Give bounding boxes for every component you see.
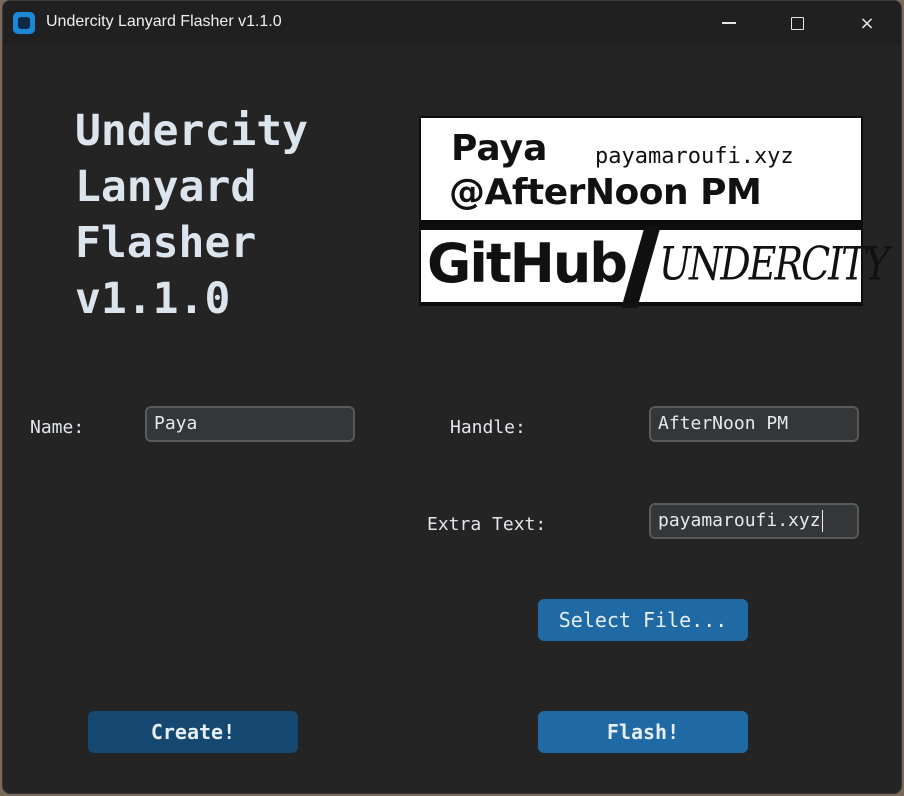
heading-line: Flasher [75,218,257,268]
title-bar[interactable]: Undercity Lanyard Flasher v1.1.0 × [3,1,901,45]
preview-github-logo: GitHub [427,232,628,295]
preview-top-panel: Paya payamaroufi.xyz @AfterNoon PM [421,118,861,220]
app-icon [13,12,35,34]
app-window: Undercity Lanyard Flasher v1.1.0 × Under… [2,0,902,794]
app-heading: Undercity Lanyard Flasher v1.1.0 [75,103,308,327]
minimize-icon [722,22,736,24]
preview-site: payamaroufi.xyz [595,144,794,169]
preview-name: Paya [451,128,548,169]
select-file-button[interactable]: Select File... [538,599,748,641]
name-input[interactable]: Paya [145,406,355,442]
handle-input[interactable]: AfterNoon PM [649,406,859,442]
extra-text-label: Extra Text: [427,514,547,535]
preview-undercity-logo: UNDERCITY [659,237,890,291]
flash-button[interactable]: Flash! [538,711,748,753]
handle-label: Handle: [450,417,526,438]
maximize-button[interactable] [763,1,831,45]
preview-handle: @AfterNoon PM [449,172,762,213]
heading-line: v1.1.0 [75,274,231,324]
lanyard-preview-image: Paya payamaroufi.xyz @AfterNoon PM GitHu… [419,116,890,308]
handle-input-value: AfterNoon PM [658,413,789,434]
window-title: Undercity Lanyard Flasher v1.1.0 [46,13,282,30]
text-caret [821,510,824,532]
preview-slash [621,226,661,308]
close-button[interactable]: × [833,1,901,45]
close-icon: × [859,12,875,34]
extra-text-input[interactable]: payamaroufi.xyz [649,503,859,539]
name-input-value: Paya [154,413,198,434]
main-panel: Undercity Lanyard Flasher v1.1.0 Paya pa… [3,45,901,793]
preview-bottom-panel: GitHub UNDERCITY [421,226,890,308]
name-label: Name: [30,417,85,438]
preview-handle-text: AfterNoon PM [484,172,762,213]
create-button[interactable]: Create! [88,711,298,753]
extra-text-input-value: payamaroufi.xyz [658,510,821,531]
minimize-button[interactable] [695,1,763,45]
heading-line: Lanyard [75,162,257,212]
heading-line: Undercity [75,106,308,156]
maximize-icon [790,16,804,30]
